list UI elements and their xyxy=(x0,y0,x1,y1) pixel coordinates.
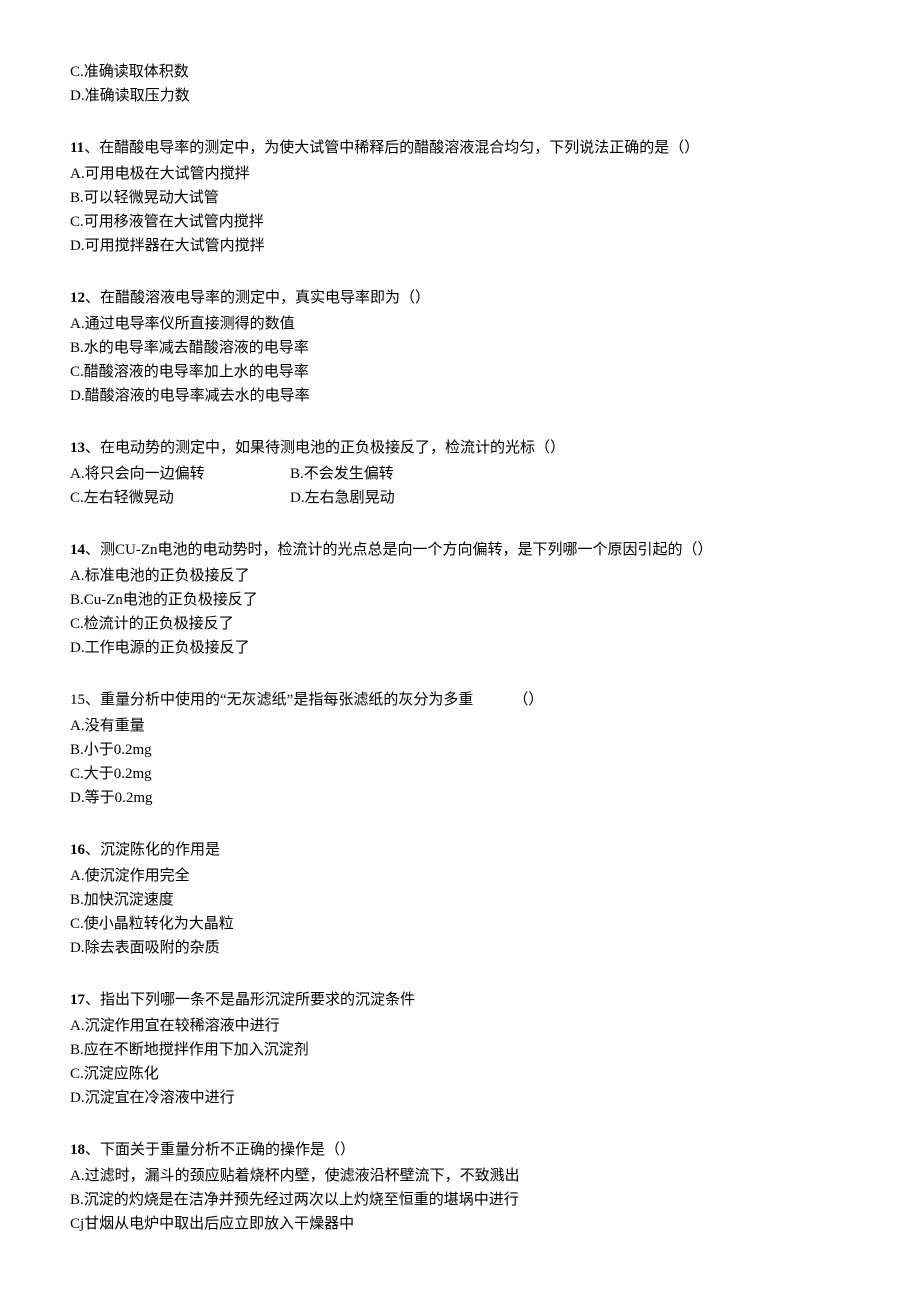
stem-text: 重量分析中使用的“无灰滤纸”是指每张滤纸的灰分为多重 xyxy=(100,692,473,708)
option-c: Cj甘烟从电炉中取出后应立即放入干燥器中 xyxy=(70,1212,850,1236)
option-row-2: C.左右轻微晃动 D.左右急剧晃动 xyxy=(70,486,850,510)
option-b: B.水的电导率减去醋酸溶液的电导率 xyxy=(70,336,850,360)
separator: 、 xyxy=(85,992,100,1008)
question-stem: 17、指出下列哪一条不是晶形沉淀所要求的沉淀条件 xyxy=(70,988,850,1012)
question-number: 17 xyxy=(70,992,85,1008)
option-d: D.除去表面吸附的杂质 xyxy=(70,936,850,960)
question-stem: 15、重量分析中使用的“无灰滤纸”是指每张滤纸的灰分为多重 （） xyxy=(70,688,850,712)
option-a: A.可用电极在大试管内搅拌 xyxy=(70,162,850,186)
option-a: A.过滤时，漏斗的颈应贴着烧杯内壁，使滤液沿杯壁流下，不致溅出 xyxy=(70,1164,850,1188)
question-11: 11、在醋酸电导率的测定中，为使大试管中稀释后的醋酸溶液混合均匀，下列说法正确的… xyxy=(70,136,850,258)
option-c: C.可用移液管在大试管内搅拌 xyxy=(70,210,850,234)
separator: 、 xyxy=(85,290,100,306)
question-16: 16、沉淀陈化的作用是 A.使沉淀作用完全 B.加快沉淀速度 C.使小晶粒转化为… xyxy=(70,838,850,960)
option-b: B.沉淀的灼烧是在洁净并预先经过两次以上灼烧至恒重的堪埚中进行 xyxy=(70,1188,850,1212)
answer-bracket: （） xyxy=(513,692,543,708)
separator: 、 xyxy=(85,440,100,456)
option-c: C.使小晶粒转化为大晶粒 xyxy=(70,912,850,936)
option-c: C.沉淀应陈化 xyxy=(70,1062,850,1086)
separator: 、 xyxy=(85,542,100,558)
stem-text: 在电动势的测定中，如果待测电池的正负极接反了，检流计的光标（） xyxy=(100,440,565,456)
option-d: D.沉淀宜在冷溶液中进行 xyxy=(70,1086,850,1110)
question-number: 14 xyxy=(70,542,85,558)
question-stem: 18、下面关于重量分析不正确的操作是（） xyxy=(70,1138,850,1162)
option-a: A.通过电导率仪所直接测得的数值 xyxy=(70,312,850,336)
option-d: D.醋酸溶液的电导率减去水的电导率 xyxy=(70,384,850,408)
question-18: 18、下面关于重量分析不正确的操作是（） A.过滤时，漏斗的颈应贴着烧杯内壁，使… xyxy=(70,1138,850,1236)
question-15: 15、重量分析中使用的“无灰滤纸”是指每张滤纸的灰分为多重 （） A.没有重量 B… xyxy=(70,688,850,810)
option-c: C.大于0.2mg xyxy=(70,762,850,786)
option-row-1: A.将只会向一边偏转 B.不会发生偏转 xyxy=(70,462,850,486)
question-number: 11 xyxy=(70,140,84,156)
option-b: B.小于0.2mg xyxy=(70,738,850,762)
option-c: C.检流计的正负极接反了 xyxy=(70,612,850,636)
option-a: A.将只会向一边偏转 xyxy=(70,462,290,486)
option-d: D.左右急剧晃动 xyxy=(290,486,510,510)
question-17: 17、指出下列哪一条不是晶形沉淀所要求的沉淀条件 A.沉淀作用宜在较稀溶液中进行… xyxy=(70,988,850,1110)
question-10-partial: C.准确读取体积数 D.准确读取压力数 xyxy=(70,60,850,108)
question-12: 12、在醋酸溶液电导率的测定中，真实电导率即为（） A.通过电导率仪所直接测得的… xyxy=(70,286,850,408)
option-c: C.醋酸溶液的电导率加上水的电导率 xyxy=(70,360,850,384)
question-stem: 12、在醋酸溶液电导率的测定中，真实电导率即为（） xyxy=(70,286,850,310)
stem-text: 沉淀陈化的作用是 xyxy=(100,842,220,858)
question-number: 16 xyxy=(70,842,85,858)
question-stem: 14、测CU-Zn电池的电动势时，检流计的光点总是向一个方向偏转，是下列哪一个原… xyxy=(70,538,850,562)
question-stem: 16、沉淀陈化的作用是 xyxy=(70,838,850,862)
option-c: C.准确读取体积数 xyxy=(70,60,850,84)
option-a: A.沉淀作用宜在较稀溶液中进行 xyxy=(70,1014,850,1038)
separator: 、 xyxy=(84,140,99,156)
question-number: 18 xyxy=(70,1142,85,1158)
question-number: 15、 xyxy=(70,692,100,708)
option-b: B.Cu-Zn电池的正负极接反了 xyxy=(70,588,850,612)
option-d: D.准确读取压力数 xyxy=(70,84,850,108)
stem-text: 下面关于重量分析不正确的操作是（） xyxy=(100,1142,355,1158)
question-stem: 11、在醋酸电导率的测定中，为使大试管中稀释后的醋酸溶液混合均匀，下列说法正确的… xyxy=(70,136,850,160)
stem-text: 测CU-Zn电池的电动势时，检流计的光点总是向一个方向偏转，是下列哪一个原因引起… xyxy=(100,542,713,558)
option-a: A.标准电池的正负极接反了 xyxy=(70,564,850,588)
question-14: 14、测CU-Zn电池的电动势时，检流计的光点总是向一个方向偏转，是下列哪一个原… xyxy=(70,538,850,660)
stem-text: 在醋酸溶液电导率的测定中，真实电导率即为（） xyxy=(100,290,430,306)
option-a: A.使沉淀作用完全 xyxy=(70,864,850,888)
question-number: 12 xyxy=(70,290,85,306)
option-c: C.左右轻微晃动 xyxy=(70,486,290,510)
question-stem: 13、在电动势的测定中，如果待测电池的正负极接反了，检流计的光标（） xyxy=(70,436,850,460)
separator: 、 xyxy=(85,1142,100,1158)
option-b: B.应在不断地搅拌作用下加入沉淀剂 xyxy=(70,1038,850,1062)
question-13: 13、在电动势的测定中，如果待测电池的正负极接反了，检流计的光标（） A.将只会… xyxy=(70,436,850,510)
option-b: B.不会发生偏转 xyxy=(290,462,510,486)
option-a: A.没有重量 xyxy=(70,714,850,738)
option-d: D.工作电源的正负极接反了 xyxy=(70,636,850,660)
separator: 、 xyxy=(85,842,100,858)
stem-text: 在醋酸电导率的测定中，为使大试管中稀释后的醋酸溶液混合均匀，下列说法正确的是（） xyxy=(99,140,699,156)
option-b: B.可以轻微晃动大试管 xyxy=(70,186,850,210)
option-d: D.等于0.2mg xyxy=(70,786,850,810)
stem-text: 指出下列哪一条不是晶形沉淀所要求的沉淀条件 xyxy=(100,992,415,1008)
question-number: 13 xyxy=(70,440,85,456)
option-b: B.加快沉淀速度 xyxy=(70,888,850,912)
option-d: D.可用搅拌器在大试管内搅拌 xyxy=(70,234,850,258)
